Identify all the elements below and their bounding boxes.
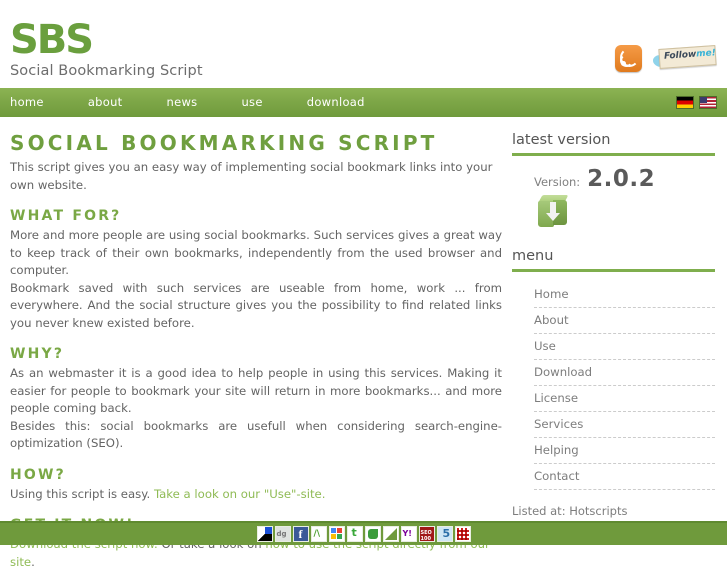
webnews-bookmark-icon[interactable] (364, 526, 381, 542)
sidebar-item-services[interactable]: Services (534, 412, 715, 437)
download-arrow-icon (546, 202, 560, 221)
nav-item-home[interactable]: home (10, 88, 66, 117)
list-item: Download (534, 360, 715, 386)
sidebar-heading-menu: menu (512, 248, 554, 264)
section-paragraph-why-2: Besides this: social bookmarks are usefu… (10, 418, 502, 451)
folkd-bookmark-icon[interactable] (382, 526, 399, 542)
get-it-now-tail-text: . (31, 554, 35, 569)
technorati-bookmark-icon[interactable] (346, 526, 363, 542)
nav-item-use[interactable]: use (241, 88, 284, 117)
site-logo[interactable]: SBS Social Bookmarking Script (10, 17, 203, 79)
version-number: 2.0.2 (587, 166, 656, 192)
version-row: Version: 2.0.2 (512, 166, 715, 192)
page-body: SOCIAL BOOKMARKING SCRIPT This script gi… (0, 117, 727, 569)
header-icon-group: Followme! (615, 45, 717, 72)
language-switcher (676, 96, 717, 109)
nav-item-download[interactable]: download (307, 88, 387, 117)
nav-item-about[interactable]: about (88, 88, 145, 117)
version-label: Version: (534, 175, 581, 189)
us-flag-icon[interactable] (699, 96, 717, 109)
site-header: SBS Social Bookmarking Script Followme! (0, 0, 727, 88)
download-box-icon[interactable] (537, 195, 570, 229)
nav-item-news[interactable]: news (167, 88, 220, 117)
intro-paragraph: This script gives you an easy way of imp… (10, 160, 493, 192)
sidebar-heading-latest-version: latest version (512, 132, 611, 148)
yahoo-bookmark-icon[interactable] (400, 526, 417, 542)
sidebar-menu-list: Home About Use Download License Services… (512, 282, 715, 490)
list-item: License (534, 386, 715, 412)
sidebar-item-license[interactable]: License (534, 386, 715, 411)
mister-wong-bookmark-icon[interactable] (310, 526, 327, 542)
listed-at-prefix: Listed at: (512, 504, 570, 518)
hotscripts-link[interactable]: Hotscripts (569, 504, 627, 518)
google-bookmark-icon[interactable] (328, 526, 345, 542)
main-navigation: home about news use download (0, 88, 727, 117)
qr-bookmark-icon[interactable] (454, 526, 471, 542)
list-item: Services (534, 412, 715, 438)
use-site-link[interactable]: Take a look on our "Use"-site. (154, 487, 326, 501)
sidebar-item-contact[interactable]: Contact (534, 464, 715, 489)
logo-tagline: Social Bookmarking Script (10, 63, 203, 79)
list-item: Helping (534, 438, 715, 464)
sidebar-item-about[interactable]: About (534, 308, 715, 333)
section-paragraph-what-for-2: Bookmark saved with such services are us… (10, 280, 502, 330)
section-paragraph-why-1: As an webmaster it is a good idea to hel… (10, 366, 502, 415)
section-paragraph-what-for-1: More and more people are using social bo… (10, 228, 502, 277)
list-item: Home (534, 282, 715, 308)
followme-icon[interactable]: Followme! (653, 45, 717, 71)
sidebar-item-download[interactable]: Download (534, 360, 715, 385)
page-title: SOCIAL BOOKMARKING SCRIPT (10, 131, 438, 155)
list-item: Contact (534, 464, 715, 490)
rss-arc-outer (620, 48, 639, 67)
bookmark-footer-bar (0, 521, 727, 545)
nav-item-list: home about news use download (10, 88, 409, 117)
logo-wordmark: SBS (10, 17, 94, 63)
section-heading-why: WHY? (10, 346, 65, 362)
digg-bookmark-icon[interactable] (274, 526, 291, 542)
german-flag-icon[interactable] (676, 96, 694, 109)
section-heading-how: HOW? (10, 466, 66, 483)
facebook-bookmark-icon[interactable] (292, 526, 309, 542)
seo100-bookmark-icon[interactable] (418, 526, 435, 542)
list-item: Use (534, 334, 715, 360)
section-paragraph-how: Using this script is easy. Take a look o… (10, 486, 502, 504)
sidebar-item-home[interactable]: Home (534, 282, 715, 307)
delicious-bookmark-icon[interactable] (256, 526, 273, 542)
rss-icon[interactable] (615, 45, 642, 72)
sidebar-item-helping[interactable]: Helping (534, 438, 715, 463)
sidebar-rule-version (512, 153, 715, 156)
section-heading-what-for: WHAT FOR? (10, 208, 122, 224)
list-item: About (534, 308, 715, 334)
sidebar-item-use[interactable]: Use (534, 334, 715, 359)
sidebar-rule-menu (512, 269, 715, 272)
sidebar: latest version Version: 2.0.2 menu Home … (512, 117, 727, 524)
how-lead-text: Using this script is easy. (10, 486, 151, 501)
page-root: SBS Social Bookmarking Script Followme! … (0, 0, 727, 569)
followme-text-accent: me! (695, 48, 717, 60)
main-content: SOCIAL BOOKMARKING SCRIPT This script gi… (0, 117, 512, 569)
favoriten-bookmark-icon[interactable] (436, 526, 453, 542)
